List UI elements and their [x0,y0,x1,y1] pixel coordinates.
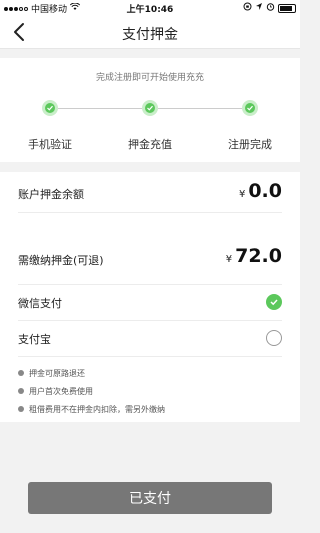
selected-check-icon [266,294,282,310]
currency-symbol: ¥ [225,254,233,265]
balance-row: 账户押金余额 ¥ 0.0 [18,172,282,213]
bullet-icon [18,370,24,376]
payment-option-label: 支付宝 [18,333,51,346]
bullet-icon [18,406,24,412]
step-connector-line [58,108,142,109]
due-row: 需缴纳押金(可退) ¥ 72.0 [18,236,282,285]
note-text: 租借费用不在押金内扣除，需另外缴纳 [29,404,165,414]
nav-bar: 支付押金 [0,16,300,49]
unselected-radio-icon [266,330,282,346]
battery-icon [278,3,296,13]
balance-value: 0.0 [248,180,282,202]
due-value: 72.0 [235,245,282,267]
currency-symbol: ¥ [238,189,246,200]
deposit-notes: 押金可原路退还 用户首次免费使用 租借费用不在押金内扣除，需另外缴纳 [18,364,288,418]
location-icon [255,2,263,14]
list-item: 用户首次免费使用 [18,382,288,400]
registration-steps: 完成注册即可开始使用充充 手机验证 押金充值 注册完成 [0,58,300,162]
alarm-icon [266,2,275,14]
status-icons [243,2,296,14]
status-bar: 中国移动 上午10:46 [0,0,300,16]
due-amount: ¥ 72.0 [226,245,282,267]
bullet-icon [18,388,24,394]
list-item: 租借费用不在押金内扣除，需另外缴纳 [18,400,288,418]
balance-label: 账户押金余额 [18,188,84,201]
payment-option-alipay[interactable]: 支付宝 [18,320,282,357]
step-check-icon [242,100,258,116]
step-check-icon [42,100,58,116]
step-label-phone-verify: 手机验证 [28,138,72,151]
payment-option-label: 微信支付 [18,297,62,310]
paid-button[interactable]: 已支付 [28,482,272,514]
step-check-icon [142,100,158,116]
step-label-deposit: 押金充值 [128,138,172,151]
payment-option-wechat[interactable]: 微信支付 [18,284,282,321]
balance-amount: ¥ 0.0 [239,180,282,202]
step-connector-line [158,108,242,109]
note-text: 押金可原路退还 [29,368,85,378]
rotation-lock-icon [243,2,252,14]
note-text: 用户首次免费使用 [29,386,93,396]
list-item: 押金可原路退还 [18,364,288,382]
steps-hint: 完成注册即可开始使用充充 [95,73,204,83]
page-title: 支付押金 [122,27,178,43]
due-label: 需缴纳押金(可退) [18,254,104,267]
step-label-complete: 注册完成 [228,138,272,151]
